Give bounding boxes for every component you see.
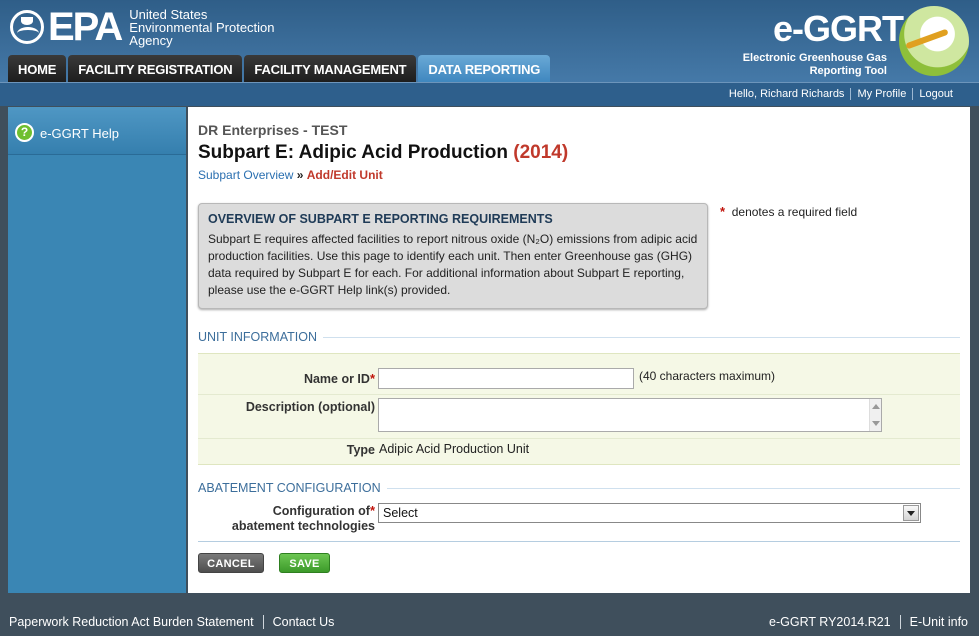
description-input[interactable]	[378, 398, 882, 432]
abatement-label-line-2: abatement technologies	[231, 519, 375, 533]
scroll-down-icon[interactable]	[872, 421, 880, 426]
main-nav-tabs: HOME FACILITY REGISTRATION FACILITY MANA…	[8, 55, 552, 82]
abatement-label-line-1: Configuration of	[272, 504, 370, 518]
sidebar: ? e-GGRT Help	[8, 107, 186, 593]
footer-divider	[899, 615, 901, 629]
unit-information-form: Name or ID* (40 characters maximum) Desc…	[198, 353, 960, 465]
required-field-note: * denotes a required field	[720, 204, 857, 219]
type-label: Type	[346, 443, 375, 457]
question-circle-icon: ?	[15, 123, 34, 142]
user-greeting[interactable]: Hello, Richard Richards	[723, 88, 851, 100]
section-rule	[386, 487, 960, 489]
description-label: Description (optional)	[245, 400, 375, 414]
type-value: Adipic Acid Production Unit	[379, 442, 530, 456]
brand-subtitle: Electronic Greenhouse Gas Reporting Tool	[737, 52, 887, 78]
name-input[interactable]	[378, 368, 634, 389]
abatement-selected-value: Select	[383, 506, 418, 520]
paperwork-link[interactable]: Paperwork Reduction Act Burden Statement	[9, 615, 254, 629]
abatement-label: Configuration of* abatement technologies	[232, 503, 375, 534]
required-asterisk: *	[720, 204, 726, 219]
type-row: Type	[198, 438, 960, 466]
contact-us-link[interactable]: Contact Us	[273, 615, 335, 629]
breadcrumb-current: Add/Edit Unit	[306, 168, 383, 182]
user-bar: Hello, Richard Richards My Profile Logou…	[0, 82, 979, 106]
abatement-row: Configuration of* abatement technologies…	[198, 502, 960, 542]
abatement-select[interactable]: Select	[378, 503, 921, 523]
eggrt-brand: e-GGRT Electronic Greenhouse Gas Reporti…	[737, 4, 969, 80]
scroll-up-icon[interactable]	[872, 404, 880, 409]
abatement-configuration-heading: ABATEMENT CONFIGURATION	[198, 481, 960, 495]
save-button[interactable]: SAVE	[279, 553, 330, 573]
cancel-button[interactable]: CANCEL	[198, 553, 264, 573]
user-links: Hello, Richard Richards My Profile Logou…	[723, 88, 959, 100]
footer-links-right: e-GGRT RY2014.R21 E-Unit info	[769, 615, 968, 629]
name-hint: (40 characters maximum)	[639, 369, 776, 383]
page-title: Subpart E: Adipic Acid Production (2014)	[198, 142, 568, 164]
facility-name: DR Enterprises - TEST	[198, 122, 348, 138]
section-rule	[322, 336, 960, 338]
reporting-year: (2014)	[513, 142, 569, 163]
main-content: DR Enterprises - TEST Subpart E: Adipic …	[188, 107, 970, 593]
name-label-text: Name or ID	[303, 372, 370, 386]
agency-line-3: Agency	[129, 32, 173, 48]
breadcrumb-subpart-overview[interactable]: Subpart Overview	[198, 168, 293, 182]
epa-wordmark: EPA	[48, 5, 123, 49]
breadcrumb: Subpart Overview » Add/Edit Unit	[198, 168, 383, 182]
required-asterisk: *	[369, 371, 375, 386]
unit-information-heading: UNIT INFORMATION	[198, 330, 960, 344]
brand-subtitle-line-2: Reporting Tool	[809, 65, 887, 77]
overview-panel: OVERVIEW OF SUBPART E REPORTING REQUIREM…	[198, 203, 708, 309]
name-label: Name or ID*	[304, 371, 375, 386]
section-title: ABATEMENT CONFIGURATION	[198, 481, 381, 495]
agency-name: United States Environmental Protection A…	[129, 8, 274, 47]
e-unit-info-link[interactable]: E-Unit info	[910, 615, 968, 629]
dropdown-arrow-icon[interactable]	[903, 505, 919, 521]
footer-divider	[262, 615, 264, 629]
tab-facility-management[interactable]: FACILITY MANAGEMENT	[244, 55, 417, 82]
epa-globe-icon	[10, 10, 44, 44]
breadcrumb-separator: »	[296, 168, 304, 182]
my-profile-link[interactable]: My Profile	[850, 88, 912, 100]
required-asterisk: *	[369, 503, 375, 518]
page-title-text: Subpart E: Adipic Acid Production	[198, 142, 508, 163]
agency-line-2: Environmental Protection	[129, 19, 275, 35]
sidebar-item-label: e-GGRT Help	[40, 126, 119, 141]
section-title: UNIT INFORMATION	[198, 330, 317, 344]
tab-data-reporting[interactable]: DATA REPORTING	[418, 55, 551, 82]
version-text: e-GGRT RY2014.R21	[769, 615, 891, 629]
brand-subtitle-line-1: Electronic Greenhouse Gas	[742, 52, 887, 64]
egret-logo-icon	[899, 6, 969, 76]
agency-line-1: United States	[129, 6, 208, 22]
site-header: EPA United States Environmental Protecti…	[0, 0, 979, 82]
required-note-text: denotes a required field	[731, 205, 858, 219]
overview-heading: OVERVIEW OF SUBPART E REPORTING REQUIREM…	[208, 212, 553, 226]
brand-title: e-GGRT	[773, 8, 904, 49]
epa-logo[interactable]: EPA United States Environmental Protecti…	[10, 6, 275, 48]
sidebar-item-help[interactable]: ? e-GGRT Help	[8, 107, 186, 155]
footer-links-left: Paperwork Reduction Act Burden Statement…	[9, 615, 334, 629]
site-footer: Paperwork Reduction Act Burden Statement…	[0, 601, 979, 636]
tab-facility-registration[interactable]: FACILITY REGISTRATION	[68, 55, 243, 82]
logout-link[interactable]: Logout	[912, 88, 959, 100]
overview-body: Subpart E requires affected facilities t…	[208, 232, 698, 297]
description-scrollbar[interactable]	[869, 399, 881, 431]
tab-home[interactable]: HOME	[8, 55, 67, 82]
